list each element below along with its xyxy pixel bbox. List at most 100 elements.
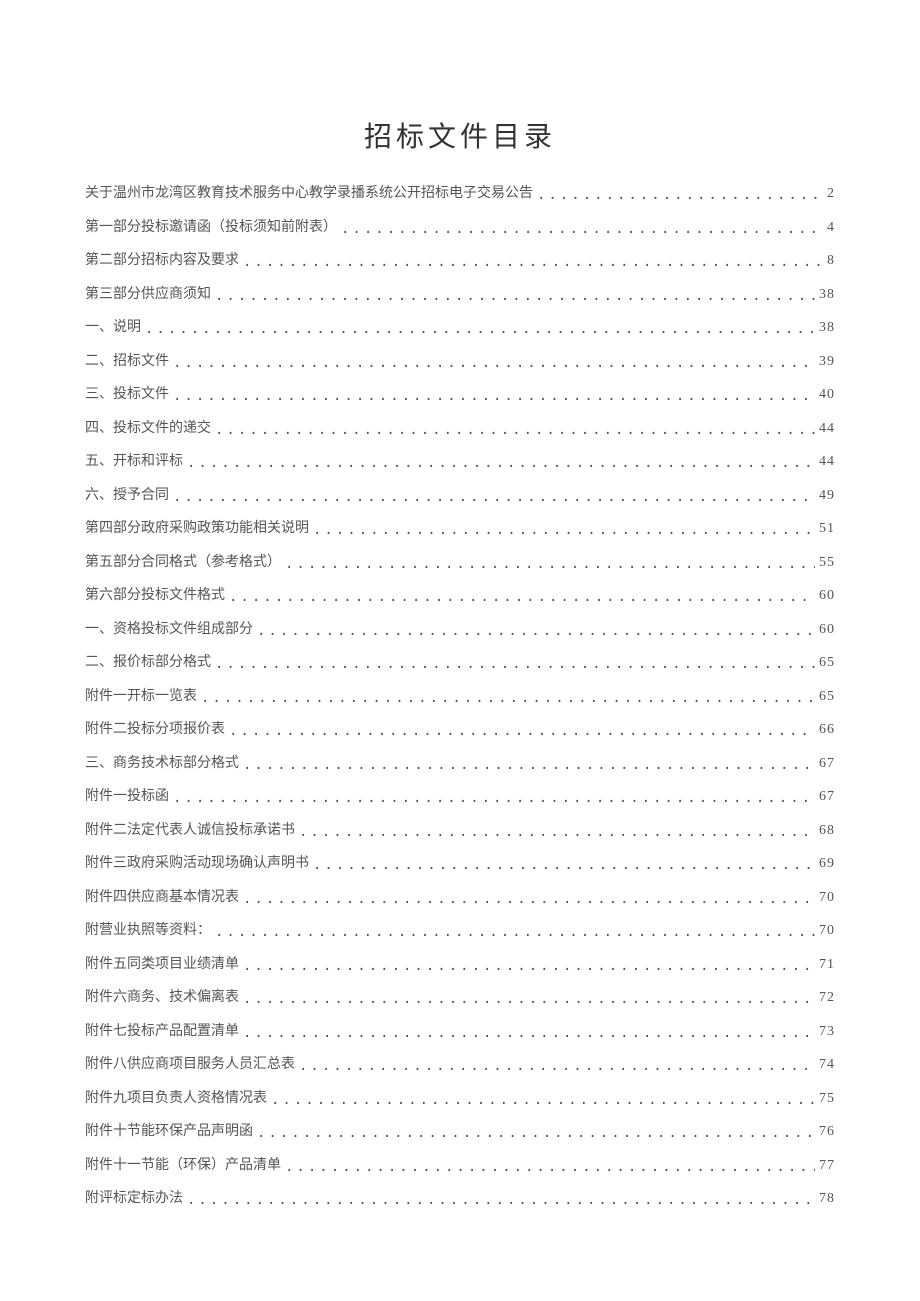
toc-entry[interactable]: 附件五同类项目业绩清单 71 xyxy=(85,954,835,975)
toc-label: 三、投标文件 xyxy=(85,384,169,405)
toc-leader-dots xyxy=(229,587,815,608)
toc-entry[interactable]: 附件九项目负责人资格情况表 75 xyxy=(85,1088,835,1109)
toc-entry[interactable]: 二、招标文件 39 xyxy=(85,351,835,372)
toc-entry[interactable]: 三、商务技术标部分格式 67 xyxy=(85,753,835,774)
toc-entry[interactable]: 附件六商务、技术偏离表72 xyxy=(85,987,835,1008)
toc-entry[interactable]: 附件二法定代表人诚信投标承诺书68 xyxy=(85,820,835,841)
toc-page-number: 65 xyxy=(819,652,835,673)
toc-leader-dots xyxy=(201,688,815,709)
toc-label: 附件七投标产品配置清单 xyxy=(85,1021,239,1042)
toc-page-number: 44 xyxy=(819,451,835,472)
toc-label: 六、授予合同 xyxy=(85,485,169,506)
toc-label: 一、说明 xyxy=(85,317,141,338)
toc-entry[interactable]: 二、报价标部分格式 65 xyxy=(85,652,835,673)
toc-label: 二、招标文件 xyxy=(85,351,169,372)
document-page: 招标文件目录 关于温州市龙湾区教育技术服务中心教学录播系统公开招标电子交易公告2… xyxy=(0,0,920,1209)
toc-page-number: 60 xyxy=(819,585,835,606)
toc-entry[interactable]: 一、说明 38 xyxy=(85,317,835,338)
toc-page-number: 73 xyxy=(819,1021,835,1042)
toc-entry[interactable]: 第一部分投标邀请函（投标须知前附表） 4 xyxy=(85,217,835,238)
toc-page-number: 70 xyxy=(819,920,835,941)
toc-label: 附件六商务、技术偏离表 xyxy=(85,987,239,1008)
toc-page-number: 51 xyxy=(819,518,835,539)
toc-label: 二、报价标部分格式 xyxy=(85,652,211,673)
toc-leader-dots xyxy=(243,755,815,776)
toc-page-number: 4 xyxy=(827,217,835,238)
toc-leader-dots xyxy=(173,487,815,508)
toc-list: 关于温州市龙湾区教育技术服务中心教学录播系统公开招标电子交易公告2 第一部分投标邀… xyxy=(85,183,835,1209)
toc-page-number: 60 xyxy=(819,619,835,640)
toc-page-number: 38 xyxy=(819,317,835,338)
toc-page-number: 66 xyxy=(819,719,835,740)
toc-label: 一、资格投标文件组成部分 xyxy=(85,619,253,640)
toc-page-number: 77 xyxy=(819,1155,835,1176)
toc-page-number: 67 xyxy=(819,786,835,807)
toc-entry[interactable]: 附营业执照等资料： 70 xyxy=(85,920,835,941)
toc-label: 附件十节能环保产品声明函 xyxy=(85,1121,253,1142)
toc-leader-dots xyxy=(257,1123,815,1144)
toc-page-number: 40 xyxy=(819,384,835,405)
toc-page-number: 78 xyxy=(819,1188,835,1209)
toc-entry[interactable]: 第五部分合同格式（参考格式） 55 xyxy=(85,552,835,573)
toc-label: 附件五同类项目业绩清单 xyxy=(85,954,239,975)
toc-page-number: 71 xyxy=(819,954,835,975)
toc-entry[interactable]: 附件十节能环保产品声明函76 xyxy=(85,1121,835,1142)
toc-entry[interactable]: 三、投标文件 40 xyxy=(85,384,835,405)
toc-page-number: 49 xyxy=(819,485,835,506)
toc-entry[interactable]: 第六部分投标文件格式 60 xyxy=(85,585,835,606)
toc-label: 第三部分供应商须知 xyxy=(85,284,211,305)
toc-entry[interactable]: 附件八供应商项目服务人员汇总表74 xyxy=(85,1054,835,1075)
toc-label: 五、开标和评标 xyxy=(85,451,183,472)
toc-entry[interactable]: 附件一开标一览表 65 xyxy=(85,686,835,707)
toc-page-number: 75 xyxy=(819,1088,835,1109)
toc-entry[interactable]: 四、投标文件的递交44 xyxy=(85,418,835,439)
toc-page-number: 67 xyxy=(819,753,835,774)
toc-label: 第五部分合同格式（参考格式） xyxy=(85,552,281,573)
page-title: 招标文件目录 xyxy=(85,115,835,155)
toc-label: 第二部分招标内容及要求 xyxy=(85,250,239,271)
toc-page-number: 8 xyxy=(827,250,835,271)
toc-label: 第六部分投标文件格式 xyxy=(85,585,225,606)
toc-leader-dots xyxy=(187,1190,815,1211)
toc-entry[interactable]: 第三部分供应商须知38 xyxy=(85,284,835,305)
toc-leader-dots xyxy=(173,353,815,374)
toc-entry[interactable]: 附件四供应商基本情况表70 xyxy=(85,887,835,908)
toc-entry[interactable]: 附件十一节能（环保）产品清单77 xyxy=(85,1155,835,1176)
toc-leader-dots xyxy=(299,1056,815,1077)
toc-page-number: 55 xyxy=(819,552,835,573)
toc-entry[interactable]: 附评标定标办法78 xyxy=(85,1188,835,1209)
toc-label: 附件一投标函 xyxy=(85,786,169,807)
toc-label: 附件一开标一览表 xyxy=(85,686,197,707)
toc-entry[interactable]: 第四部分政府采购政策功能相关说明51 xyxy=(85,518,835,539)
toc-page-number: 39 xyxy=(819,351,835,372)
toc-label: 附件四供应商基本情况表 xyxy=(85,887,239,908)
toc-leader-dots xyxy=(243,956,815,977)
toc-entry[interactable]: 附件七投标产品配置清单 73 xyxy=(85,1021,835,1042)
toc-entry[interactable]: 关于温州市龙湾区教育技术服务中心教学录播系统公开招标电子交易公告2 xyxy=(85,183,835,204)
toc-leader-dots xyxy=(243,889,815,910)
toc-page-number: 68 xyxy=(819,820,835,841)
toc-entry[interactable]: 五、开标和评标 44 xyxy=(85,451,835,472)
toc-leader-dots xyxy=(243,1023,815,1044)
toc-label: 附营业执照等资料： xyxy=(85,920,211,941)
toc-leader-dots xyxy=(229,721,815,742)
toc-page-number: 2 xyxy=(827,183,835,204)
toc-label: 附件二投标分项报价表 xyxy=(85,719,225,740)
toc-label: 三、商务技术标部分格式 xyxy=(85,753,239,774)
toc-leader-dots xyxy=(257,621,815,642)
toc-leader-dots xyxy=(215,654,815,675)
toc-leader-dots xyxy=(215,420,815,441)
toc-leader-dots xyxy=(215,922,815,943)
toc-entry[interactable]: 一、资格投标文件组成部分 60 xyxy=(85,619,835,640)
toc-entry[interactable]: 附件一投标函 67 xyxy=(85,786,835,807)
toc-leader-dots xyxy=(313,520,815,541)
toc-leader-dots xyxy=(145,319,815,340)
toc-label: 第一部分投标邀请函（投标须知前附表） xyxy=(85,217,337,238)
toc-entry[interactable]: 六、授予合同 49 xyxy=(85,485,835,506)
toc-label: 附件九项目负责人资格情况表 xyxy=(85,1088,267,1109)
toc-leader-dots xyxy=(313,855,815,876)
toc-page-number: 65 xyxy=(819,686,835,707)
toc-entry[interactable]: 附件二投标分项报价表 66 xyxy=(85,719,835,740)
toc-entry[interactable]: 附件三政府采购活动现场确认声明书69 xyxy=(85,853,835,874)
toc-entry[interactable]: 第二部分招标内容及要求 8 xyxy=(85,250,835,271)
